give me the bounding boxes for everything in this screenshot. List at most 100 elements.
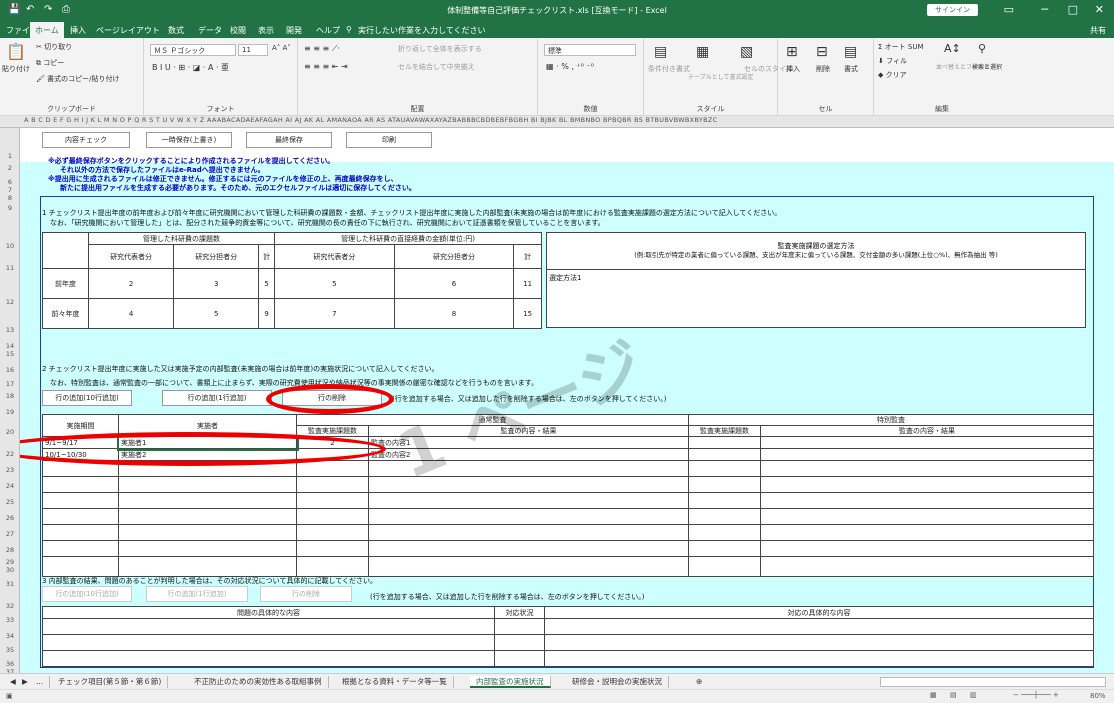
row-number[interactable]: 18 (0, 392, 20, 400)
row-number[interactable]: 15 (0, 350, 20, 358)
cell[interactable] (368, 508, 689, 525)
column-headers[interactable]: A B C D E F G H I J K L M N O P Q R S T … (0, 116, 1114, 128)
cell[interactable] (494, 618, 545, 635)
row-number[interactable]: 20 (0, 428, 20, 436)
row-number[interactable]: 9 (0, 204, 20, 212)
cell[interactable] (296, 556, 369, 577)
cell[interactable] (118, 492, 297, 509)
cell[interactable] (760, 540, 1094, 557)
cell[interactable] (42, 508, 119, 525)
selection-method-input[interactable]: 選定方法1 (549, 273, 581, 283)
row-number[interactable]: 1 (0, 152, 20, 160)
cut-button[interactable]: ✂ 切り取り (36, 42, 72, 52)
cell[interactable] (760, 524, 1094, 541)
cell[interactable] (760, 492, 1094, 509)
cell[interactable] (296, 508, 369, 525)
cell[interactable] (42, 556, 119, 577)
row-number[interactable]: 29 (0, 558, 20, 566)
font-size-select[interactable]: 11 (238, 44, 268, 56)
conditional-format-icon[interactable]: ▤ (654, 44, 667, 60)
cell[interactable]: 7 (274, 298, 395, 329)
tab-formulas[interactable]: 数式 (168, 25, 184, 36)
clear-button[interactable]: ◆ クリア (878, 70, 907, 80)
cell[interactable] (688, 556, 761, 577)
cell[interactable]: 5 (274, 268, 395, 299)
wrap-text-button[interactable]: 折り返して全体を表示する (398, 44, 482, 54)
sheet-tab[interactable]: 根拠となる資料・データ等一覧 (336, 676, 454, 688)
worksheet[interactable]: 内容チェック 一時保存(上書き) 最終保存 印刷 ※必ず最終保存ボタンをクリック… (20, 128, 1114, 673)
tab-review[interactable]: 校閲 (230, 25, 246, 36)
format-painter-button[interactable]: 🖌 書式のコピー/貼り付け (36, 74, 119, 84)
number-format-icons[interactable]: ▦ · % , ⁺⁰ ⁻⁰ (546, 62, 594, 71)
add-1-row-button[interactable]: 行の追加(1行追加) (162, 390, 272, 406)
cell[interactable] (42, 476, 119, 493)
cell[interactable]: 4 (87, 298, 175, 329)
cell[interactable] (544, 650, 1094, 667)
cell[interactable] (760, 476, 1094, 493)
cell[interactable] (296, 492, 369, 509)
page-layout-view-icon[interactable]: ▤ (950, 691, 957, 699)
indent-icons[interactable]: ≡ ≡ ≡ ⇤ ⇥ (304, 62, 348, 71)
sheet-tab[interactable]: 研修会・説明会の実施状況 (566, 676, 669, 688)
cell[interactable]: 15 (513, 298, 542, 329)
tab-page-layout[interactable]: ページレイアウト (96, 25, 160, 36)
delete-cells-icon[interactable]: ⊟ (816, 44, 828, 60)
cell[interactable] (368, 524, 689, 541)
row-number[interactable]: 8 (0, 194, 20, 202)
row-number[interactable]: 36 (0, 660, 20, 668)
copy-button[interactable]: ⧉ コピー (36, 58, 64, 68)
normal-view-icon[interactable]: ▦ (930, 691, 937, 699)
find-select-button[interactable]: 検索と選択 (972, 62, 1002, 71)
row-number[interactable]: 26 (0, 514, 20, 522)
cell[interactable] (42, 540, 119, 557)
cell[interactable] (494, 634, 545, 651)
row-number[interactable]: 22 (0, 450, 20, 458)
conditional-format-button[interactable]: 条件付き書式 (648, 64, 690, 74)
font-format-icons[interactable]: B I U · ⊞ · ◪ · A · 亜 (152, 62, 229, 73)
horizontal-scrollbar[interactable] (880, 677, 1106, 687)
cell[interactable] (42, 492, 119, 509)
cell[interactable] (688, 460, 761, 477)
cell[interactable] (760, 556, 1094, 577)
format-cells-button[interactable]: 書式 (844, 64, 858, 74)
row-number[interactable]: 6 (0, 178, 20, 186)
cell[interactable]: 5 (173, 298, 260, 329)
maximize-icon[interactable]: □ (1068, 3, 1078, 16)
row-number[interactable]: 30 (0, 566, 20, 574)
cell[interactable] (544, 618, 1094, 635)
signin-button[interactable]: サインイン (927, 4, 978, 16)
cell[interactable] (42, 618, 495, 635)
row-number[interactable]: 24 (0, 482, 20, 490)
merge-center-button[interactable]: セルを結合して中央揃え (398, 62, 475, 72)
cell[interactable]: 2 (87, 268, 175, 299)
fill-button[interactable]: ⬇ フィル (878, 56, 907, 66)
sheet-tab[interactable]: 不正防止のための実効性ある取組事例 (188, 676, 329, 688)
row-number[interactable]: 25 (0, 498, 20, 506)
align-icons[interactable]: ≡ ≡ ≡ ⟋· (304, 44, 340, 54)
cell[interactable] (760, 448, 1094, 461)
tell-me-input[interactable]: 実行したい作業を入力してください (358, 25, 486, 36)
cell[interactable] (494, 650, 545, 667)
row-number[interactable]: 32 (0, 602, 20, 610)
sheet-tab[interactable]: チェック項目(第５節・第６節) (52, 676, 169, 688)
delete-cells-button[interactable]: 削除 (816, 64, 830, 74)
row-number[interactable]: 28 (0, 546, 20, 554)
paste-icon[interactable]: 📋 (6, 42, 26, 61)
row-number[interactable]: 17 (0, 380, 20, 388)
insert-cells-button[interactable]: 挿入 (786, 64, 800, 74)
close-icon[interactable]: ✕ (1095, 3, 1104, 16)
row-number[interactable]: 10 (0, 242, 20, 250)
tab-data[interactable]: データ (198, 25, 222, 36)
cell[interactable]: 11 (513, 268, 542, 299)
cell[interactable] (760, 460, 1094, 477)
cell[interactable] (296, 524, 369, 541)
cell[interactable] (118, 556, 297, 577)
page-break-view-icon[interactable]: ▥ (970, 691, 977, 699)
cell[interactable]: 8 (393, 298, 515, 329)
font-name-select[interactable]: ＭＳ Ｐゴシック (150, 44, 236, 56)
cell[interactable]: 5 (258, 268, 276, 299)
row-number[interactable]: 19 (0, 408, 20, 416)
insert-cells-icon[interactable]: ⊞ (786, 44, 798, 60)
tab-view[interactable]: 表示 (258, 25, 274, 36)
number-format-select[interactable]: 標準 (544, 44, 636, 56)
